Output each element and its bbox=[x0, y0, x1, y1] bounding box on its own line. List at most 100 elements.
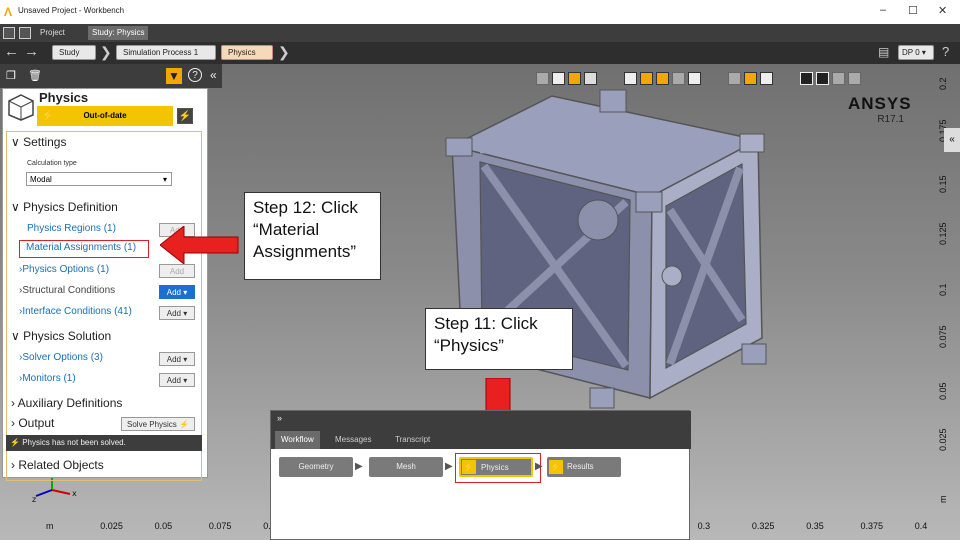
tab-study-physics[interactable]: Study: Physics bbox=[88, 26, 149, 40]
design-point-select[interactable]: DP 0 ▾ bbox=[898, 45, 934, 60]
breadcrumb-study[interactable]: Study bbox=[52, 45, 96, 60]
ruler-tick-label: 0.4 bbox=[914, 521, 928, 531]
panel-toolbar: ❐ 🗑 ▼ ? « bbox=[0, 64, 222, 88]
ruler-tick-label: 0.025 bbox=[100, 521, 123, 531]
view-icon[interactable] bbox=[536, 72, 549, 85]
breadcrumb-simulation-process[interactable]: Simulation Process 1 bbox=[116, 45, 216, 60]
display-icon[interactable] bbox=[744, 72, 757, 85]
settings-header[interactable]: ∨ Settings bbox=[11, 135, 66, 149]
ruler-tick-label: 0.1 bbox=[938, 283, 948, 297]
back-icon[interactable]: ← bbox=[4, 44, 19, 60]
workflow-node-mesh[interactable]: Mesh bbox=[369, 457, 443, 477]
callout-line: Step 12: Click bbox=[253, 198, 358, 217]
minimize-icon[interactable]: – bbox=[880, 4, 886, 16]
parameter-icon[interactable]: ▤ bbox=[878, 44, 889, 60]
display-icon[interactable] bbox=[816, 72, 829, 85]
help-icon[interactable]: ? bbox=[942, 44, 949, 60]
tab-project[interactable]: Project bbox=[36, 26, 69, 40]
workflow-tabs: Workflow Messages Transcript bbox=[271, 429, 691, 449]
tab-workflow[interactable]: Workflow bbox=[275, 431, 320, 449]
window-title: Unsaved Project - Workbench bbox=[18, 6, 125, 15]
callout-line: Step 11: Click bbox=[434, 314, 538, 333]
title-bar: Λ Unsaved Project - Workbench – ☐ ✕ bbox=[0, 0, 960, 24]
select-icon[interactable] bbox=[656, 72, 669, 85]
ruler-tick-label: 0.025 bbox=[938, 428, 948, 452]
ruler-tick-label: 0.2 bbox=[938, 77, 948, 90]
save-icon[interactable] bbox=[19, 27, 31, 39]
add-button[interactable]: Add ▾ bbox=[159, 373, 195, 387]
delete-icon[interactable]: 🗑 bbox=[28, 69, 42, 82]
solver-options-item[interactable]: ›Solver Options (3) bbox=[19, 352, 103, 363]
calc-type-select[interactable]: Modal ▾ bbox=[26, 172, 172, 186]
ansys-logo: ANSYS R17.1 bbox=[848, 94, 912, 125]
lightning-icon: ⚡ bbox=[549, 460, 563, 474]
ruler-tick-label: 0.325 bbox=[751, 521, 775, 531]
collapse-icon[interactable]: » bbox=[277, 413, 282, 423]
menu-icon[interactable] bbox=[3, 27, 15, 39]
auxiliary-definitions-header[interactable]: › Auxiliary Definitions bbox=[11, 396, 122, 410]
arrow-right-icon: ▶ bbox=[535, 461, 543, 472]
ruler-tick-label: m bbox=[938, 495, 948, 503]
brand-name: ANSYS bbox=[848, 94, 912, 113]
filter-icon[interactable]: ▼ bbox=[166, 68, 182, 84]
forward-icon[interactable]: → bbox=[24, 44, 39, 60]
light-icon[interactable] bbox=[800, 72, 813, 85]
workflow-node-results[interactable]: ⚡ Results bbox=[547, 457, 621, 477]
add-button[interactable]: Add ▾ bbox=[159, 352, 195, 366]
select-icon[interactable] bbox=[624, 72, 637, 85]
brand-version: R17.1 bbox=[877, 114, 904, 125]
expand-right-icon[interactable]: « bbox=[944, 128, 960, 152]
view-icon[interactable] bbox=[552, 72, 565, 85]
close-icon[interactable]: ✕ bbox=[938, 4, 947, 17]
physics-definition-header[interactable]: ∨ Physics Definition bbox=[11, 200, 118, 214]
add-button[interactable]: Add ▾ bbox=[159, 306, 195, 320]
arrow-right-icon: ▶ bbox=[355, 461, 363, 472]
output-header[interactable]: › Output bbox=[11, 416, 54, 430]
related-objects-header[interactable]: › Related Objects bbox=[11, 458, 104, 472]
add-button[interactable]: Add bbox=[159, 264, 195, 278]
lightning-icon: ⚡ bbox=[41, 110, 55, 122]
tab-messages[interactable]: Messages bbox=[329, 431, 377, 449]
update-icon[interactable]: ⚡ bbox=[177, 108, 193, 124]
interface-conditions-item[interactable]: ›Interface Conditions (41) bbox=[19, 306, 132, 317]
app-logo-icon: Λ bbox=[4, 5, 13, 19]
maximize-icon[interactable]: ☐ bbox=[908, 4, 918, 17]
solve-status-bar: ⚡ Physics has not been solved. bbox=[6, 435, 202, 451]
physics-icon bbox=[8, 94, 34, 121]
ruler-tick-label: 0.05 bbox=[938, 382, 948, 400]
svg-text:x: x bbox=[72, 489, 77, 498]
view-icon[interactable] bbox=[584, 72, 597, 85]
add-structural-button[interactable]: Add ▾ bbox=[159, 285, 195, 299]
breadcrumb-physics[interactable]: Physics bbox=[221, 45, 273, 60]
workflow-node-physics[interactable]: ⚡ Physics bbox=[459, 457, 533, 477]
select-icon[interactable] bbox=[672, 72, 685, 85]
help-icon[interactable]: ? bbox=[188, 68, 202, 82]
view-icon[interactable] bbox=[568, 72, 581, 85]
chevron-right-icon: ❯ bbox=[278, 44, 290, 60]
solve-physics-button[interactable]: Solve Physics ⚡ bbox=[121, 417, 195, 431]
physics-panel: Physics ⚡ Out-of-date ⚡ ∨ Settings Calcu… bbox=[2, 88, 208, 481]
structural-conditions-item[interactable]: ›Structural Conditions bbox=[19, 285, 115, 296]
tab-bar: Project Study: Physics bbox=[0, 24, 960, 42]
physics-solution-header[interactable]: ∨ Physics Solution bbox=[11, 329, 111, 343]
monitors-item[interactable]: ›Monitors (1) bbox=[19, 373, 76, 384]
display-icon[interactable] bbox=[832, 72, 845, 85]
physics-regions-item[interactable]: Physics Regions (1) bbox=[27, 223, 116, 234]
select-icon[interactable] bbox=[640, 72, 653, 85]
cubesat-model[interactable] bbox=[440, 88, 780, 428]
ruler-tick-label: 0.15 bbox=[938, 175, 948, 194]
select-icon[interactable] bbox=[688, 72, 701, 85]
copy-icon[interactable]: ❐ bbox=[6, 69, 16, 82]
fit-icon[interactable] bbox=[760, 72, 773, 85]
physics-options-item[interactable]: ›Physics Options (1) bbox=[19, 264, 109, 275]
workflow-node-geometry[interactable]: Geometry bbox=[279, 457, 353, 477]
tab-transcript[interactable]: Transcript bbox=[389, 431, 436, 449]
display-icon[interactable] bbox=[848, 72, 861, 85]
nav-bar: ← → Study ❯ Simulation Process 1 Physics… bbox=[0, 42, 960, 64]
display-icon[interactable] bbox=[728, 72, 741, 85]
ruler-tick-label: 0.075 bbox=[938, 325, 948, 348]
callout-line: “Physics” bbox=[434, 336, 504, 355]
material-assignments-item[interactable]: Material Assignments (1) bbox=[19, 240, 149, 258]
collapse-icon[interactable]: « bbox=[210, 68, 217, 82]
arrow-left-icon bbox=[160, 226, 239, 264]
